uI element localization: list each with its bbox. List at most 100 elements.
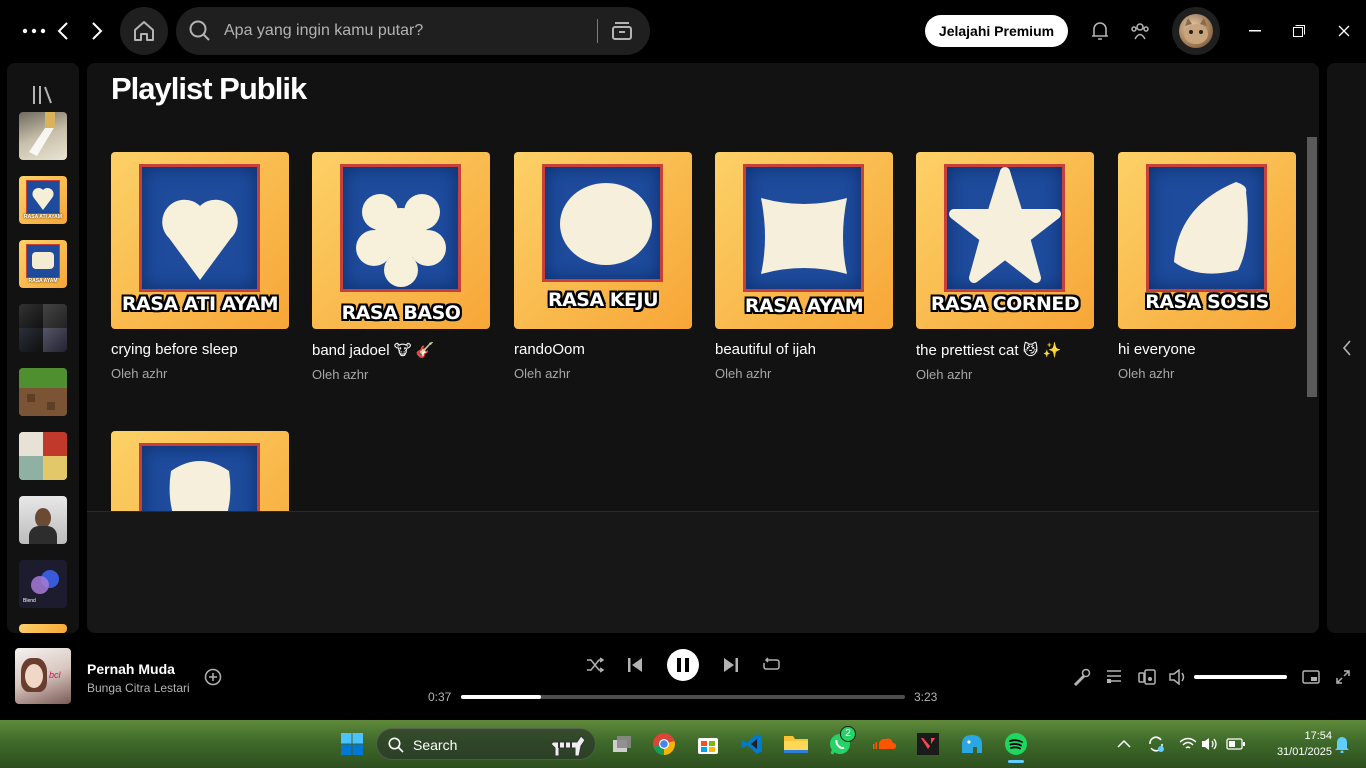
expand-panel-icon[interactable] xyxy=(1337,337,1357,359)
valorant-icon[interactable] xyxy=(914,730,942,758)
library-item-7[interactable] xyxy=(19,496,67,544)
volume-fill xyxy=(1194,675,1287,679)
playlist-cover: RASA AYAM xyxy=(715,152,893,329)
main-view: Playlist Publik RASA ATI AYAM crying bef… xyxy=(87,63,1319,633)
playlist-card[interactable]: RASA AYAM beautiful of ijah Oleh azhr xyxy=(715,152,893,381)
chrome-icon[interactable] xyxy=(650,730,678,758)
playlist-title[interactable]: beautiful of ijah xyxy=(715,341,893,358)
search-input[interactable]: Apa yang ingin kamu putar? xyxy=(176,7,650,55)
back-arrow-icon[interactable] xyxy=(52,19,74,43)
volume-slider[interactable] xyxy=(1194,675,1287,679)
app-icon-blue[interactable] xyxy=(958,730,986,758)
add-to-library-icon[interactable] xyxy=(202,666,224,688)
playlist-title[interactable]: the prettiest cat 😼 ✨ xyxy=(916,341,1094,359)
library-thumb-label: Blend xyxy=(23,598,36,604)
fullscreen-icon[interactable] xyxy=(1332,666,1354,688)
active-app-indicator xyxy=(1008,760,1024,763)
repeat-icon[interactable] xyxy=(760,654,782,676)
home-button[interactable] xyxy=(120,7,168,55)
library-icon[interactable] xyxy=(29,81,57,109)
file-explorer-icon[interactable] xyxy=(782,730,810,758)
playlist-cover: RASA CORNED xyxy=(916,152,1094,329)
cover-label: RASA ATI AYAM xyxy=(121,293,279,315)
library-item-4[interactable] xyxy=(19,304,67,352)
close-icon[interactable] xyxy=(1333,20,1355,42)
now-playing-cover[interactable]: bcl xyxy=(15,648,71,704)
library-item-6[interactable] xyxy=(19,432,67,480)
notifications-bell-icon[interactable] xyxy=(1088,19,1112,43)
friend-activity-icon[interactable] xyxy=(1128,19,1152,43)
taskbar-clock[interactable]: 17:54 31/01/2025 xyxy=(1252,728,1332,760)
now-playing-artist[interactable]: Bunga Citra Lestari xyxy=(87,681,190,695)
library-item-5[interactable] xyxy=(19,368,67,416)
cover-label: RASA KEJU xyxy=(547,289,659,311)
taskbar-search[interactable]: Search xyxy=(376,728,596,760)
cover-label: RASA SOSIS xyxy=(1145,291,1269,313)
browse-icon[interactable] xyxy=(610,19,634,43)
cover-label: RASA CORNED xyxy=(930,293,1080,315)
library-item-rasa-ayam[interactable]: RASA AYAM xyxy=(19,240,67,288)
library-thumb-label: RASA AYAM xyxy=(28,278,58,284)
playlist-card[interactable]: RASA ATI AYAM crying before sleep Oleh a… xyxy=(111,152,289,381)
battery-icon[interactable] xyxy=(1222,730,1250,758)
spotify-taskbar-icon[interactable] xyxy=(1002,730,1030,763)
player-bar: bcl Pernah Muda Bunga Citra Lestari 0:37… xyxy=(0,640,1366,720)
windows-taskbar: Search 2 17:54 31/01/2025 xyxy=(0,720,1366,768)
show-hidden-icons-chevron-icon[interactable] xyxy=(1110,730,1138,758)
taskbar-search-label: Search xyxy=(413,737,458,753)
minimize-icon[interactable] xyxy=(1244,20,1266,42)
explore-premium-button[interactable]: Jelajahi Premium xyxy=(925,15,1068,47)
clock-date: 31/01/2025 xyxy=(1276,746,1332,758)
playlist-title[interactable]: band jadoel 🐮 🎸 xyxy=(312,341,490,359)
playlist-cover: RASA SOSIS xyxy=(1118,152,1296,329)
task-view-icon[interactable] xyxy=(608,730,636,758)
library-item-1[interactable] xyxy=(19,112,67,160)
playlist-title[interactable]: randoOom xyxy=(514,341,692,358)
search-icon xyxy=(188,19,212,43)
scrollbar[interactable] xyxy=(1307,137,1317,397)
previous-icon[interactable] xyxy=(624,654,646,676)
volume-icon[interactable] xyxy=(1167,666,1189,688)
forward-arrow-icon[interactable] xyxy=(86,19,108,43)
next-icon[interactable] xyxy=(720,654,742,676)
playlist-title[interactable]: hi everyone xyxy=(1118,341,1296,358)
more-options-icon[interactable] xyxy=(22,21,46,41)
playlist-card[interactable]: RASA KEJU randoOom Oleh azhr xyxy=(514,152,692,381)
progress-bar[interactable] xyxy=(461,695,905,699)
progress-fill xyxy=(461,695,541,699)
whatsapp-icon[interactable]: 2 xyxy=(826,726,856,758)
user-avatar-button[interactable] xyxy=(1172,7,1220,55)
connect-device-icon[interactable] xyxy=(1136,666,1158,688)
playlist-title[interactable]: crying before sleep xyxy=(111,341,289,358)
playlist-cover: RASA BASO xyxy=(312,152,490,329)
shuffle-icon[interactable] xyxy=(584,654,606,676)
pause-button[interactable] xyxy=(667,649,699,681)
taskbar-search-icon xyxy=(387,736,405,754)
playlist-cover xyxy=(111,431,289,511)
playlist-card[interactable] xyxy=(111,431,289,511)
library-item-9[interactable] xyxy=(19,624,67,633)
vscode-icon[interactable] xyxy=(738,730,766,758)
sync-icon[interactable] xyxy=(1142,730,1170,758)
windows-start-icon[interactable] xyxy=(338,730,366,758)
playlist-card[interactable]: RASA CORNED the prettiest cat 😼 ✨ Oleh a… xyxy=(916,152,1094,382)
microsoft-store-icon[interactable] xyxy=(694,730,722,758)
notification-bell-icon[interactable] xyxy=(1328,730,1356,758)
queue-icon[interactable] xyxy=(1103,666,1125,688)
library-item-blend[interactable]: Blend xyxy=(19,560,67,608)
whatsapp-badge: 2 xyxy=(840,726,856,742)
now-playing-title[interactable]: Pernah Muda xyxy=(87,661,175,677)
soundcloud-icon[interactable] xyxy=(870,730,898,758)
zebra-icon xyxy=(545,731,589,759)
speaker-icon[interactable] xyxy=(1196,730,1224,758)
miniplayer-icon[interactable] xyxy=(1300,666,1322,688)
elapsed-time: 0:37 xyxy=(428,690,452,704)
playlist-card[interactable]: RASA BASO band jadoel 🐮 🎸 Oleh azhr xyxy=(312,152,490,382)
microphone-lyrics-icon[interactable] xyxy=(1071,666,1093,688)
library-item-rasa-ati-ayam[interactable]: RASA ATI AYAM xyxy=(19,176,67,224)
playlist-card[interactable]: RASA SOSIS hi everyone Oleh azhr xyxy=(1118,152,1296,381)
section-title: Playlist Publik xyxy=(111,71,307,106)
restore-icon[interactable] xyxy=(1288,20,1310,42)
right-panel xyxy=(1327,63,1366,633)
cover-label: RASA AYAM xyxy=(744,295,864,317)
